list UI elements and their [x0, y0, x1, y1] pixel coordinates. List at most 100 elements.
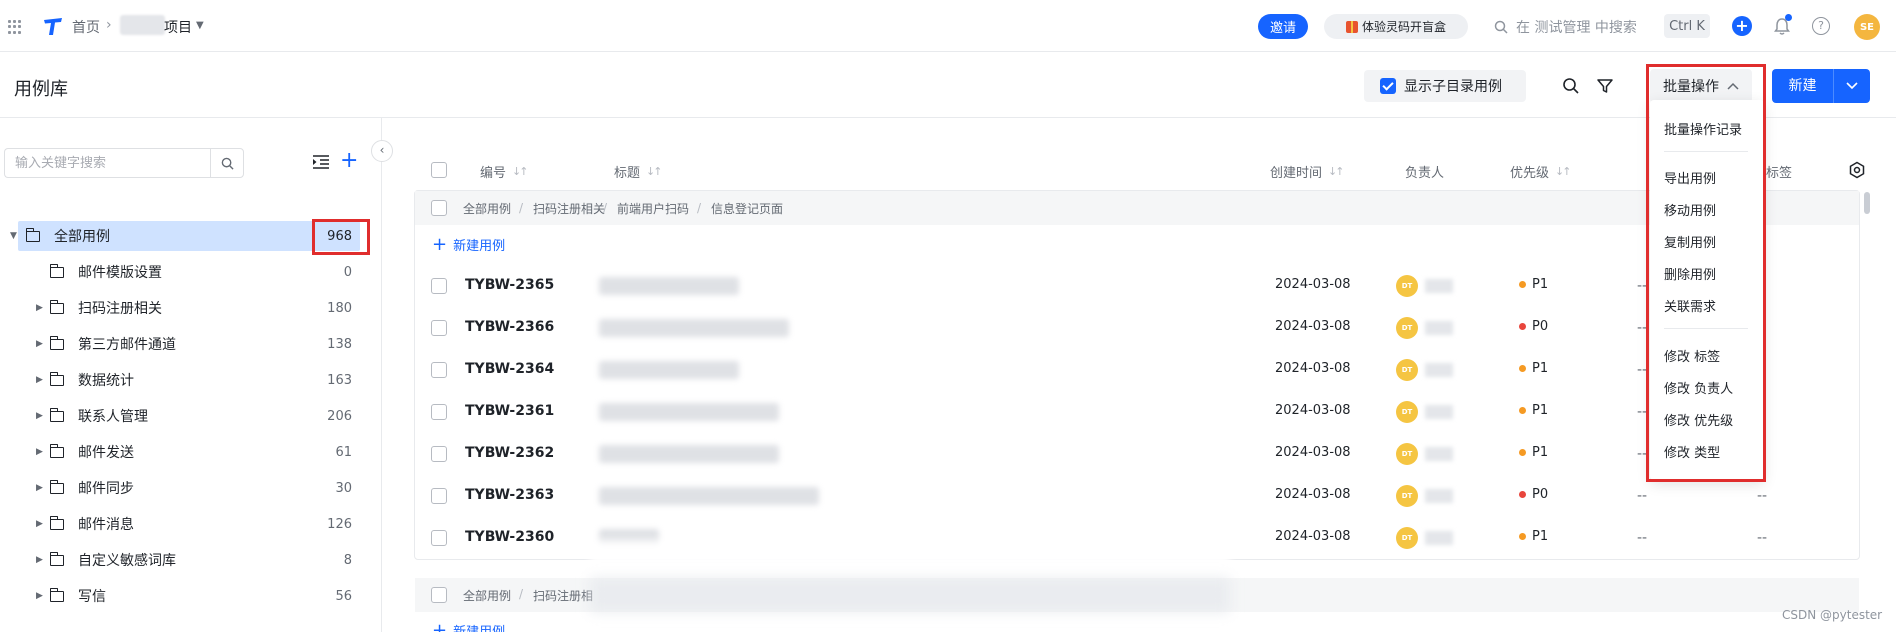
case-title-blurred[interactable]: [599, 277, 739, 295]
group-checkbox[interactable]: [431, 587, 447, 603]
column-settings-icon[interactable]: [1848, 161, 1866, 179]
case-title-blurred[interactable]: [599, 445, 779, 463]
sort-icon[interactable]: ↓↑: [512, 165, 529, 178]
caret-right-icon[interactable]: ▶: [36, 483, 43, 493]
priority-badge[interactable]: P0: [1519, 319, 1548, 334]
case-code[interactable]: TYBW-2360: [465, 529, 554, 545]
group-checkbox[interactable]: [431, 200, 447, 216]
case-code[interactable]: TYBW-2363: [465, 487, 554, 503]
keyword-search-input[interactable]: [4, 148, 210, 178]
caret-right-icon[interactable]: ▶: [36, 375, 43, 385]
new-case-link[interactable]: + 新建用例: [432, 620, 505, 632]
tree-item[interactable]: ▶ 联系人管理 206: [0, 401, 382, 431]
gift-button[interactable]: 体验灵码开盲盒: [1324, 14, 1468, 39]
caret-right-icon[interactable]: ▶: [36, 447, 43, 457]
case-title-blurred[interactable]: [599, 487, 819, 505]
col-header-tag[interactable]: 标签: [1766, 162, 1792, 181]
tree-item[interactable]: ▶ 自定义敏感词库 8: [0, 545, 382, 575]
col-header-title[interactable]: 标题 ↓↑: [614, 162, 663, 181]
caret-right-icon[interactable]: ▶: [36, 555, 43, 565]
case-title-blurred[interactable]: [599, 319, 789, 337]
caret-right-icon[interactable]: ▶: [36, 519, 43, 529]
table-row[interactable]: TYBW-2366 2024-03-08 DT P0 --: [415, 307, 1859, 349]
priority-badge[interactable]: P0: [1519, 487, 1548, 502]
table-row[interactable]: TYBW-2365 2024-03-08 DT P1 --: [415, 265, 1859, 307]
tree-item[interactable]: ▶ 数据统计 163: [0, 365, 382, 395]
global-search[interactable]: 在 测试管理 中搜索: [1494, 17, 1637, 37]
caret-right-icon[interactable]: ▶: [36, 303, 43, 313]
chevron-down-icon[interactable]: [1834, 78, 1870, 94]
keyword-search-button[interactable]: [210, 148, 244, 178]
col-header-owner[interactable]: 负责人: [1405, 162, 1444, 181]
case-title-blurred[interactable]: [599, 403, 779, 421]
help-icon[interactable]: ?: [1812, 17, 1830, 35]
tree-item[interactable]: ▶ 邮件同步 30: [0, 473, 382, 503]
show-subdir-toggle[interactable]: 显示子目录用例: [1364, 70, 1526, 102]
create-plus-icon[interactable]: +: [1732, 16, 1752, 36]
scrollbar-thumb[interactable]: [1864, 192, 1870, 214]
row-checkbox[interactable]: [431, 530, 447, 546]
sort-icon[interactable]: ↓↑: [1328, 165, 1345, 178]
col-header-code[interactable]: 编号 ↓↑: [480, 162, 529, 181]
case-code[interactable]: TYBW-2366: [465, 319, 554, 335]
app-grid-icon[interactable]: [8, 20, 22, 34]
sort-icon[interactable]: ↓↑: [1555, 165, 1572, 178]
user-avatar[interactable]: SE: [1854, 14, 1880, 40]
indent-icon[interactable]: [312, 154, 330, 170]
caret-right-icon[interactable]: ▶: [36, 591, 43, 601]
select-all-checkbox[interactable]: [431, 162, 447, 178]
row-checkbox[interactable]: [431, 488, 447, 504]
group-path-item[interactable]: 扫码注册相: [533, 587, 593, 604]
case-code[interactable]: TYBW-2364: [465, 361, 554, 377]
group-path-item[interactable]: 前端用户扫码: [617, 200, 689, 217]
caret-right-icon[interactable]: ▶: [36, 339, 43, 349]
filter-icon[interactable]: [1596, 77, 1614, 95]
breadcrumb-home[interactable]: 首页: [72, 17, 100, 37]
table-row[interactable]: TYBW-2363 2024-03-08 DT P0 -- --: [415, 475, 1859, 517]
new-button[interactable]: 新建: [1772, 69, 1870, 103]
priority-dot: [1519, 533, 1526, 540]
tree-item[interactable]: ▶ 扫码注册相关 180: [0, 293, 382, 323]
table-row[interactable]: TYBW-2362 2024-03-08 DT P1 --: [415, 433, 1859, 475]
tree-item[interactable]: ▶ 邮件消息 126: [0, 509, 382, 539]
tree-item[interactable]: 邮件模版设置 0: [0, 257, 382, 287]
tree-item[interactable]: ▶ 第三方邮件通道 138: [0, 329, 382, 359]
row-checkbox[interactable]: [431, 320, 447, 336]
caret-down-icon[interactable]: ▼: [10, 231, 17, 241]
tree-item[interactable]: ▶ 邮件发送 61: [0, 437, 382, 467]
add-folder-icon[interactable]: +: [340, 150, 358, 172]
breadcrumb-project[interactable]: 项目: [164, 17, 192, 37]
case-title-blurred[interactable]: [599, 361, 739, 379]
col-header-priority[interactable]: 优先级 ↓↑: [1510, 162, 1572, 181]
search-icon[interactable]: [1562, 77, 1580, 95]
priority-badge[interactable]: P1: [1519, 529, 1548, 544]
group-path-item[interactable]: 信息登记页面: [711, 200, 783, 217]
priority-badge[interactable]: P1: [1519, 403, 1548, 418]
group-path-item[interactable]: 扫码注册相关: [533, 200, 605, 217]
row-checkbox[interactable]: [431, 404, 447, 420]
row-checkbox[interactable]: [431, 446, 447, 462]
case-code[interactable]: TYBW-2361: [465, 403, 554, 419]
invite-button[interactable]: 邀请: [1258, 14, 1308, 39]
table-row[interactable]: TYBW-2364 2024-03-08 DT P1 --: [415, 349, 1859, 391]
col-header-created[interactable]: 创建时间 ↓↑: [1270, 162, 1345, 181]
row-checkbox[interactable]: [431, 362, 447, 378]
caret-right-icon[interactable]: ▶: [36, 411, 43, 421]
group-path-item[interactable]: 全部用例: [463, 200, 511, 217]
logo-icon[interactable]: [42, 15, 64, 37]
show-subdir-checkbox[interactable]: [1380, 78, 1396, 94]
caret-down-icon[interactable]: ▼: [196, 20, 204, 31]
priority-badge[interactable]: P1: [1519, 361, 1548, 376]
priority-badge[interactable]: P1: [1519, 277, 1548, 292]
priority-badge[interactable]: P1: [1519, 445, 1548, 460]
case-code[interactable]: TYBW-2365: [465, 277, 554, 293]
new-case-link[interactable]: + 新建用例: [432, 234, 505, 255]
new-button-label[interactable]: 新建: [1772, 69, 1834, 103]
row-checkbox[interactable]: [431, 278, 447, 294]
case-code[interactable]: TYBW-2362: [465, 445, 554, 461]
sort-icon[interactable]: ↓↑: [646, 165, 663, 178]
group-path-item[interactable]: 全部用例: [463, 587, 511, 604]
tree-item[interactable]: ▶ 写信 56: [0, 581, 382, 611]
collapse-sidebar-button[interactable]: ‹: [371, 140, 393, 162]
table-row[interactable]: TYBW-2361 2024-03-08 DT P1 --: [415, 391, 1859, 433]
